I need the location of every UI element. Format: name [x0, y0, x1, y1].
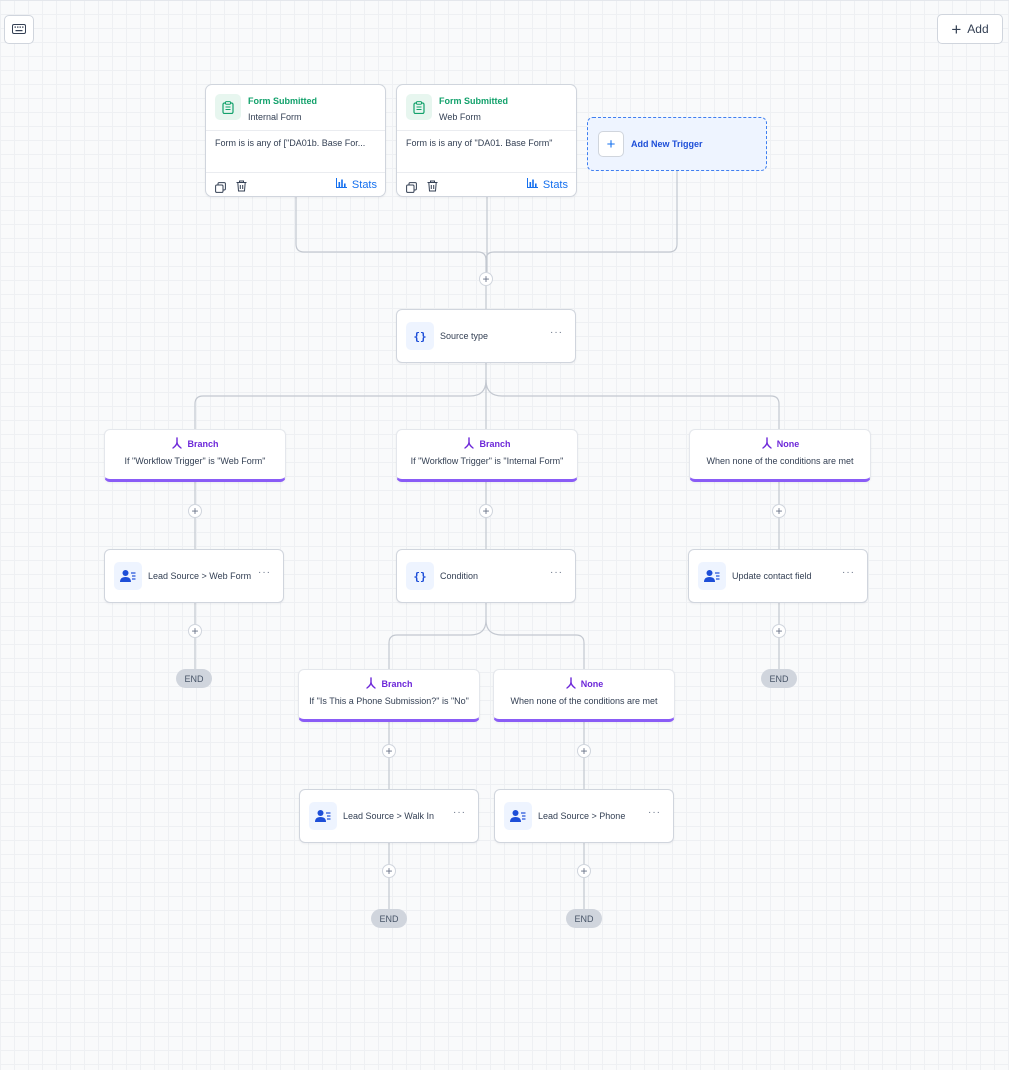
- condition-node[interactable]: {} Condition ···: [396, 549, 576, 603]
- trash-icon[interactable]: [236, 179, 247, 197]
- add-step-button[interactable]: +: [382, 864, 396, 878]
- action-node-lead-source-web-form[interactable]: Lead Source > Web Form ···: [104, 549, 284, 603]
- branch-header: Branch: [299, 677, 479, 691]
- node-label: Lead Source > Phone: [538, 811, 626, 821]
- more-options-icon[interactable]: ···: [550, 327, 563, 338]
- branch-header: Branch: [397, 437, 577, 451]
- copy-icon[interactable]: [406, 180, 417, 198]
- add-new-trigger-button[interactable]: + Add New Trigger: [587, 117, 767, 171]
- plus-icon: +: [598, 131, 624, 157]
- keyboard-shortcuts-button[interactable]: [4, 15, 34, 44]
- branch-icon: [761, 437, 773, 451]
- branch-description: When none of the conditions are met: [510, 696, 658, 706]
- add-step-button[interactable]: +: [577, 744, 591, 758]
- trigger-card-footer: Stats: [206, 173, 385, 197]
- branch-title: Branch: [381, 679, 413, 689]
- source-type-node[interactable]: {} Source type ···: [396, 309, 576, 363]
- branch-card-internal-form[interactable]: Branch If "Workflow Trigger" is "Interna…: [396, 429, 578, 482]
- workflow-canvas[interactable]: + Add Form Submitted Internal Form Form …: [0, 0, 1009, 1070]
- add-step-button[interactable]: +: [382, 744, 396, 758]
- more-options-icon[interactable]: ···: [648, 807, 661, 818]
- trigger-subtitle: Web Form: [439, 112, 481, 122]
- trigger-card-web-form[interactable]: Form Submitted Web Form Form is is any o…: [396, 84, 577, 197]
- branch-card-web-form[interactable]: Branch If "Workflow Trigger" is "Web For…: [104, 429, 286, 482]
- branch-card-phone-submission-no[interactable]: Branch If "Is This a Phone Submission?" …: [298, 669, 480, 722]
- trash-icon[interactable]: [427, 179, 438, 197]
- end-marker: END: [761, 669, 797, 688]
- branch-header: None: [494, 677, 674, 691]
- node-label: Lead Source > Walk In: [343, 811, 434, 821]
- stats-label: Stats: [542, 178, 568, 191]
- more-options-icon[interactable]: ···: [453, 807, 466, 818]
- trigger-title: Form Submitted: [439, 96, 508, 106]
- trigger-filter: Form is is any of ["DA01b. Base For...: [206, 131, 385, 173]
- user-edit-icon: [504, 802, 532, 830]
- end-marker: END: [176, 669, 212, 688]
- stats-button[interactable]: Stats: [526, 178, 568, 191]
- add-button[interactable]: + Add: [937, 14, 1003, 44]
- branch-description: If "Workflow Trigger" is "Web Form": [124, 456, 266, 466]
- curly-braces-icon: {}: [406, 322, 434, 350]
- branch-icon: [565, 677, 577, 691]
- add-step-button[interactable]: +: [577, 864, 591, 878]
- action-node-lead-source-walk-in[interactable]: Lead Source > Walk In ···: [299, 789, 479, 843]
- clipboard-icon: [215, 94, 241, 120]
- stats-button[interactable]: Stats: [335, 178, 377, 191]
- trigger-filter: Form is is any of "DA01. Base Form": [397, 131, 576, 173]
- branch-description: If "Workflow Trigger" is "Internal Form": [410, 456, 564, 466]
- branch-title: None: [580, 679, 604, 689]
- add-step-button[interactable]: +: [479, 272, 493, 286]
- action-node-update-contact-field[interactable]: Update contact field ···: [688, 549, 868, 603]
- trigger-subtitle: Internal Form: [248, 112, 302, 122]
- add-step-button[interactable]: +: [772, 504, 786, 518]
- bar-chart-icon: [526, 178, 538, 191]
- bar-chart-icon: [335, 178, 347, 191]
- stats-label: Stats: [351, 178, 377, 191]
- add-new-trigger-label: Add New Trigger: [631, 139, 703, 149]
- action-node-lead-source-phone[interactable]: Lead Source > Phone ···: [494, 789, 674, 843]
- add-step-button[interactable]: +: [772, 624, 786, 638]
- node-label: Source type: [440, 331, 489, 341]
- end-marker: END: [371, 909, 407, 928]
- branch-icon: [171, 437, 183, 451]
- branch-title: Branch: [187, 439, 219, 449]
- node-label: Condition: [440, 571, 479, 581]
- add-step-button[interactable]: +: [188, 624, 202, 638]
- branch-title: Branch: [479, 439, 511, 449]
- branch-header: None: [690, 437, 870, 451]
- trigger-card-header: Form Submitted Internal Form: [206, 85, 385, 131]
- add-button-label: Add: [967, 22, 989, 36]
- end-marker: END: [566, 909, 602, 928]
- add-step-button[interactable]: +: [188, 504, 202, 518]
- more-options-icon[interactable]: ···: [550, 567, 563, 578]
- copy-icon[interactable]: [215, 180, 226, 198]
- branch-header: Branch: [105, 437, 285, 451]
- keyboard-icon: [12, 21, 26, 39]
- more-options-icon[interactable]: ···: [842, 567, 855, 578]
- user-edit-icon: [309, 802, 337, 830]
- add-step-button[interactable]: +: [479, 504, 493, 518]
- user-edit-icon: [114, 562, 142, 590]
- node-label: Lead Source > Web Form: [148, 571, 252, 581]
- trigger-card-internal-form[interactable]: Form Submitted Internal Form Form is is …: [205, 84, 386, 197]
- plus-icon: +: [951, 19, 962, 39]
- trigger-card-header: Form Submitted Web Form: [397, 85, 576, 131]
- clipboard-icon: [406, 94, 432, 120]
- node-label: Update contact field: [732, 571, 812, 581]
- user-edit-icon: [698, 562, 726, 590]
- branch-description: When none of the conditions are met: [706, 456, 854, 466]
- branch-title: None: [776, 439, 800, 449]
- trigger-card-footer: Stats: [397, 173, 576, 197]
- branch-card-none[interactable]: None When none of the conditions are met: [493, 669, 675, 722]
- branch-description: If "Is This a Phone Submission?" is "No": [309, 696, 469, 706]
- more-options-icon[interactable]: ···: [258, 567, 271, 578]
- branch-icon: [463, 437, 475, 451]
- trigger-title: Form Submitted: [248, 96, 317, 106]
- branch-icon: [365, 677, 377, 691]
- curly-braces-icon: {}: [406, 562, 434, 590]
- branch-card-none[interactable]: None When none of the conditions are met: [689, 429, 871, 482]
